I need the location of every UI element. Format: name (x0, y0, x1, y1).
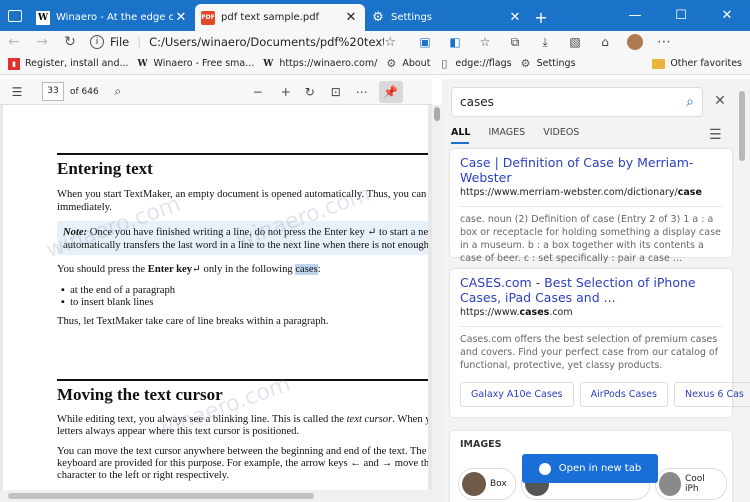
refresh-icon[interactable]: ↻ (56, 34, 84, 50)
zoom-in-icon[interactable]: + (275, 85, 297, 99)
contents-icon[interactable]: ☰ (6, 85, 28, 99)
search-icon[interactable]: ⌕ (107, 84, 129, 99)
share-icon[interactable]: ⌂ (590, 35, 620, 49)
downloads-icon[interactable]: ⤓ (530, 35, 560, 50)
search-result: Case | Definition of Case by Merriam-Web… (450, 149, 732, 264)
more-options-icon[interactable]: ⋯ (351, 85, 373, 99)
zoom-out-icon[interactable]: − (247, 85, 269, 99)
image-chip[interactable]: Cool iPh (655, 468, 727, 500)
bing-icon (538, 462, 551, 475)
page-icon: ▯ (441, 57, 448, 70)
search-highlight: cases (295, 264, 318, 275)
read-aloud-icon[interactable]: ☆ (384, 35, 396, 50)
tab-pdf[interactable]: PDF pdf text sample.pdf ✕ (195, 4, 365, 31)
pdf-vertical-scrollbar[interactable] (432, 105, 442, 502)
result-url: https://www.merriam-webster.com/dictiona… (460, 187, 702, 198)
close-tab-icon[interactable]: ✕ (173, 10, 189, 25)
forward-icon[interactable]: → (28, 34, 56, 50)
collections-icon[interactable]: ⧉ (500, 35, 530, 50)
hamburger-menu-icon[interactable]: ☰ (709, 127, 722, 143)
result-snippet: case. noun (2) Definition of case (Entry… (460, 214, 721, 264)
pdf-horizontal-scrollbar[interactable] (0, 490, 432, 502)
pdf-favicon-icon: PDF (201, 10, 215, 25)
search-result: CASES.com - Best Selection of iPhone Cas… (450, 269, 750, 417)
url-field[interactable]: i File | C:/Users/winaero/Documents/pdf%… (84, 32, 402, 52)
favorites-star-icon[interactable]: ☆ (470, 35, 500, 49)
pin-toolbar-icon[interactable]: 📌 (378, 80, 403, 103)
tab-settings[interactable]: ⚙ Settings ✕ (365, 4, 529, 31)
search-tabs: ALL IMAGES VIDEOS (451, 127, 597, 138)
favorite-item[interactable]: W Winaero - Free sma... (137, 58, 254, 70)
fit-page-icon[interactable]: ⊡ (325, 85, 347, 99)
favorite-item[interactable]: Whttps://winaero.com/ (262, 58, 377, 70)
gear-icon: ⚙ (386, 57, 397, 70)
close-sidebar-icon[interactable]: ✕ (712, 93, 728, 109)
related-search-chip[interactable]: AirPods Cases (579, 382, 669, 407)
gear-icon: ⚙ (520, 57, 531, 70)
other-favorites[interactable]: Other favorites (652, 58, 742, 69)
maximize-icon[interactable]: ☐ (658, 0, 704, 31)
page-number-input[interactable]: 33 (42, 82, 64, 101)
pdf-page: Entering text When you start TextMaker, … (3, 105, 428, 502)
browser-window: { "tabs": [ {"title": "Winaero - At the … (0, 0, 750, 502)
screenshot-icon[interactable]: ▧ (560, 35, 590, 49)
close-tab-icon[interactable]: ✕ (343, 10, 359, 25)
winaero-icon: W (137, 58, 148, 69)
sidebar-scrollbar[interactable] (738, 91, 746, 502)
gear-icon: ⚙ (372, 10, 384, 25)
tab-actions-icon[interactable] (0, 0, 30, 31)
favorite-item[interactable]: ⚙ About (385, 57, 430, 70)
tab-winaero[interactable]: W Winaero - At the edge of tweaking ✕ (30, 4, 195, 31)
back-icon[interactable]: ← (0, 34, 28, 50)
more-icon[interactable]: ⋯ (650, 34, 678, 50)
winaero-icon: W (263, 58, 274, 69)
window-controls: — ☐ ✕ (612, 0, 750, 31)
rotate-icon[interactable]: ↻ (299, 85, 321, 99)
pdf-viewport: Entering text When you start TextMaker, … (0, 105, 432, 502)
favorite-item[interactable]: ⚙ Settings (520, 57, 576, 70)
avatar[interactable] (627, 34, 643, 50)
open-in-new-tab-button[interactable]: Open in new tab (522, 454, 658, 483)
extension-icon[interactable]: ◧ (440, 35, 470, 49)
extension-meet-icon[interactable]: ▣ (410, 35, 440, 49)
close-tab-icon[interactable]: ✕ (507, 10, 523, 25)
search-sidebar: cases ⌕ ✕ ALL IMAGES VIDEOS ☰ Case | Def… (442, 79, 750, 502)
favorite-item[interactable]: ▯ edge://flags (438, 57, 511, 70)
image-thumbnail (659, 472, 681, 496)
pdf-toolbar: ☰ 33 of 646 ⌕ − + ↻ ⊡ ⋯ 📌 (0, 79, 432, 105)
tab-bar: W Winaero - At the edge of tweaking ✕ PD… (0, 0, 750, 31)
folder-icon (652, 58, 666, 69)
result-url: https://www.cases.com (460, 307, 573, 318)
app-icon: ▮ (8, 57, 20, 70)
heading-entering-text: Entering text (57, 159, 153, 178)
tab-videos[interactable]: VIDEOS (543, 127, 579, 138)
extensions: ▣ ◧ ☆ ⧉ ⤓ ▧ ⌂ (410, 35, 620, 50)
result-title-link[interactable]: Case | Definition of Case by Merriam-Web… (460, 155, 722, 185)
tab-all[interactable]: ALL (451, 127, 470, 138)
result-title-link[interactable]: CASES.com - Best Selection of iPhone Cas… (460, 275, 722, 305)
new-tab-button[interactable]: + (529, 4, 553, 31)
minimize-icon[interactable]: — (612, 0, 658, 31)
winaero-favicon-icon: W (36, 10, 50, 25)
sidebar-search-box[interactable]: cases ⌕ (451, 87, 703, 117)
close-window-icon[interactable]: ✕ (704, 0, 750, 31)
image-thumbnail (462, 472, 486, 496)
search-input[interactable]: cases (460, 95, 686, 109)
related-searches: Galaxy A10e Cases AirPods Cases Nexus 6 … (460, 382, 750, 407)
favorites-bar: ▮ Register, install and... W Winaero - Fre… (0, 53, 750, 75)
related-search-chip[interactable]: Galaxy A10e Cases (460, 382, 574, 407)
search-icon[interactable]: ⌕ (686, 94, 694, 110)
heading-moving-cursor: Moving the text cursor (57, 385, 223, 404)
favorite-item[interactable]: ▮ Register, install and... (8, 57, 129, 70)
tab-images[interactable]: IMAGES (488, 127, 525, 138)
result-snippet: Cases.com offers the best selection of p… (460, 334, 719, 371)
address-bar: ← → ↻ i File | C:/Users/winaero/Document… (0, 31, 750, 53)
info-icon[interactable]: i (90, 35, 104, 49)
image-chip[interactable]: Box (458, 468, 516, 500)
